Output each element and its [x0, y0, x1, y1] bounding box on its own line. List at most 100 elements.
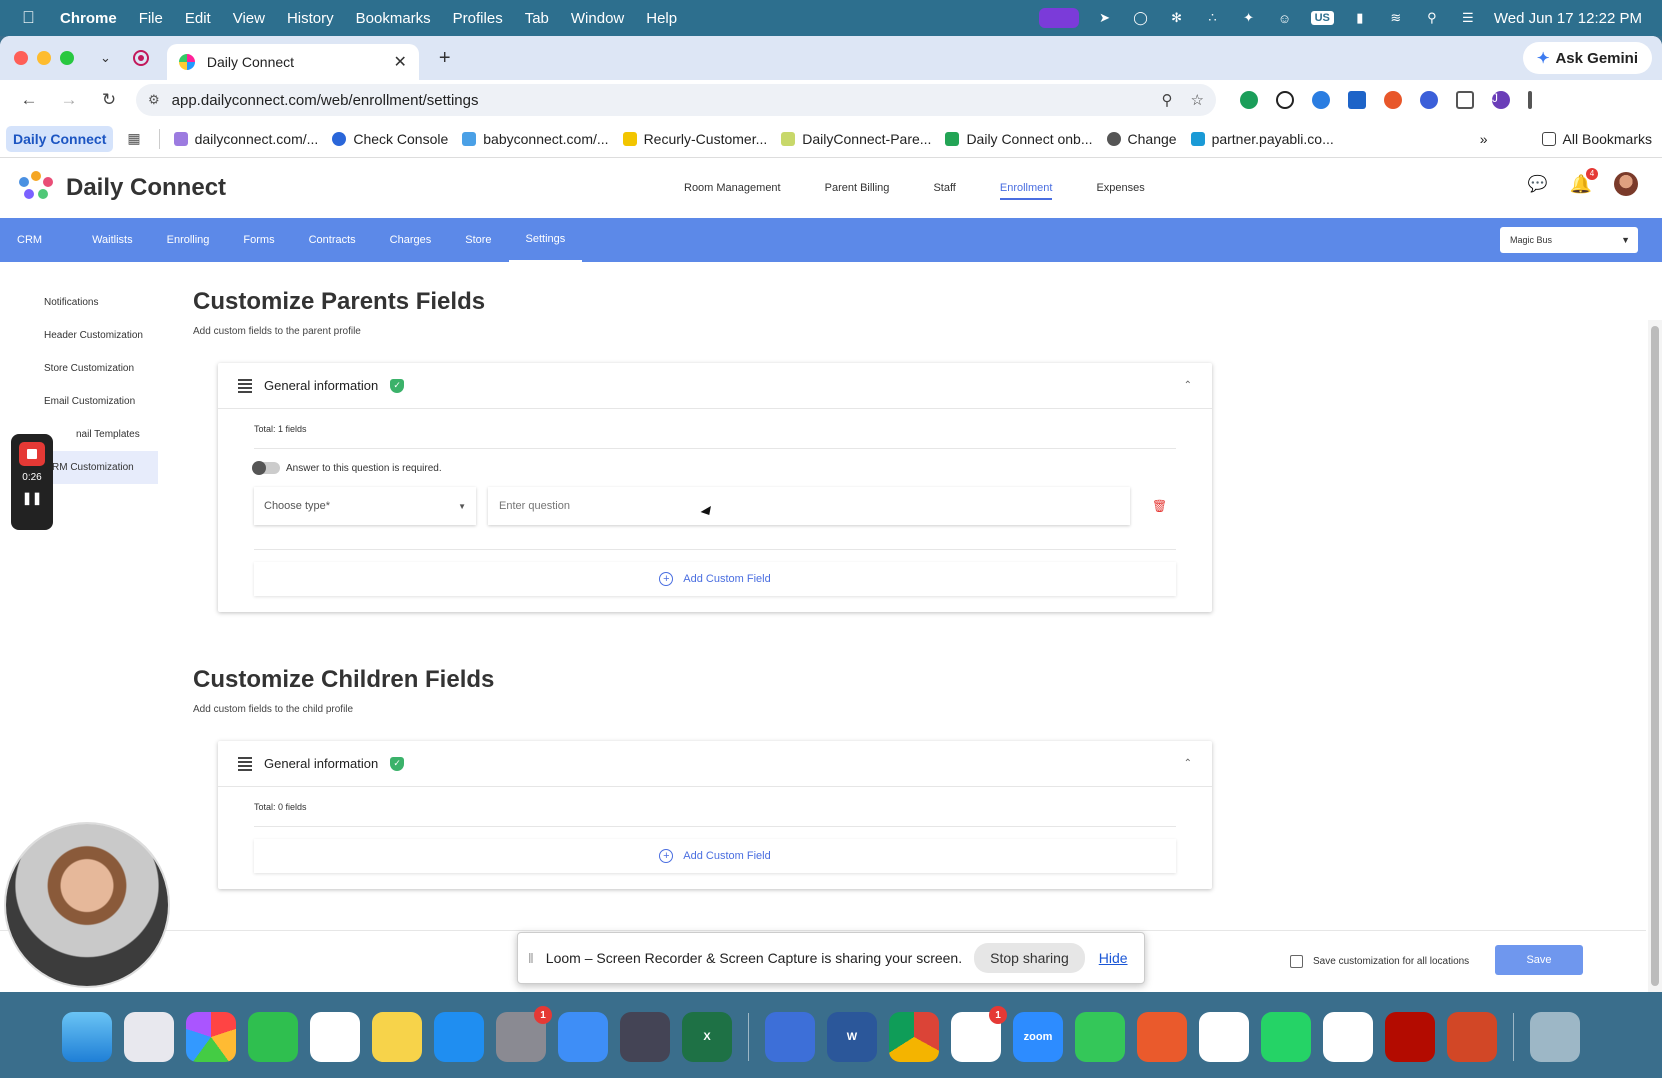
dock-pdf-tool-icon[interactable] — [765, 1012, 815, 1062]
delete-field-icon[interactable]: 🗑 — [1152, 499, 1167, 513]
save-all-checkbox[interactable] — [1290, 955, 1303, 968]
subnav-charges[interactable]: Charges — [373, 218, 449, 262]
top-nav-staff[interactable]: Staff — [933, 182, 955, 194]
menubar-clock[interactable]: Wed Jun 17 12:22 PM — [1494, 10, 1642, 27]
bookmark-item[interactable]: dailyconnect.com/... — [173, 131, 318, 147]
sidebar-item-notifications[interactable]: Notifications — [0, 286, 176, 319]
bookmark-item[interactable]: DailyConnect-Pare... — [781, 131, 931, 147]
ask-gemini-button[interactable]: ✦ Ask Gemini — [1522, 42, 1652, 74]
notifications-bell[interactable]: 🔔 4 — [1570, 167, 1598, 195]
menu-view[interactable]: View — [233, 10, 265, 27]
zoom-icon[interactable]: ⚲ — [1162, 91, 1173, 109]
user-circle-icon[interactable]: ☺ — [1275, 10, 1295, 26]
dock-simulator-icon[interactable] — [620, 1012, 670, 1062]
subnav-contracts[interactable]: Contracts — [292, 218, 373, 262]
required-toggle[interactable] — [252, 461, 280, 475]
scrollbar-thumb[interactable] — [1651, 326, 1659, 986]
zoom-extension-icon[interactable] — [1420, 91, 1438, 109]
profile-avatar[interactable]: J — [1492, 91, 1510, 109]
battery-icon[interactable]: ▮ — [1350, 10, 1370, 26]
dock-files-icon[interactable] — [558, 1012, 608, 1062]
menu-edit[interactable]: Edit — [185, 10, 211, 27]
collapse-chevron-icon[interactable]: ⌃ — [1184, 380, 1192, 391]
subnav-store[interactable]: Store — [448, 218, 508, 262]
dock-zoom-icon[interactable]: zoom — [1013, 1012, 1063, 1062]
grammarly-icon[interactable] — [1240, 91, 1258, 109]
dock-system-settings-icon[interactable]: 1 — [496, 1006, 552, 1062]
screen-share-icon[interactable] — [1038, 8, 1079, 28]
dock-whatsapp-icon[interactable] — [1261, 1012, 1311, 1062]
menu-history[interactable]: History — [287, 10, 334, 27]
bookmark-item[interactable]: Check Console — [332, 131, 448, 147]
address-bar[interactable]: ⚙ app.dailyconnect.com/web/enrollment/se… — [136, 84, 1216, 116]
puzzle-icon[interactable] — [1456, 91, 1474, 109]
bookmark-daily-connect[interactable]: Daily Connect — [6, 125, 114, 152]
pause-icon[interactable]: ❚❚ — [22, 491, 42, 505]
subnav-forms[interactable]: Forms — [226, 218, 291, 262]
back-icon[interactable]: ← — [18, 90, 40, 110]
new-tab-icon[interactable]: + — [439, 47, 451, 70]
dock-photos-icon[interactable] — [186, 1012, 236, 1062]
save-button[interactable]: Save — [1495, 945, 1583, 975]
dock-chrome-icon[interactable] — [889, 1012, 939, 1062]
bookmark-item[interactable]: Recurly-Customer... — [622, 131, 767, 147]
menu-tab[interactable]: Tab — [525, 10, 549, 27]
dock-reminders-icon[interactable] — [310, 1012, 360, 1062]
top-nav-room-management[interactable]: Room Management — [684, 182, 781, 194]
tab-daily-connect[interactable]: Daily Connect ✕ — [166, 44, 419, 80]
menu-bookmarks[interactable]: Bookmarks — [356, 10, 431, 27]
dock-trash-icon[interactable] — [1530, 1012, 1580, 1062]
question-input[interactable] — [488, 487, 1130, 525]
app-logo[interactable]: Daily Connect — [16, 171, 226, 205]
apple-icon[interactable]:  — [22, 8, 42, 28]
send-icon[interactable]: ➤ — [1095, 10, 1115, 26]
maximize-window-button[interactable] — [60, 51, 74, 65]
hide-link[interactable]: Hide — [1099, 950, 1128, 966]
kebab-menu-icon[interactable] — [1528, 91, 1532, 109]
close-window-button[interactable] — [14, 51, 28, 65]
apps-grid-icon[interactable]: ▦ — [127, 130, 140, 147]
openai-icon[interactable]: ✻ — [1167, 10, 1187, 26]
dock-word-icon[interactable]: W — [827, 1012, 877, 1062]
dock-launchpad-icon[interactable] — [124, 1012, 174, 1062]
battery-meter-icon[interactable]: ◯ — [1131, 10, 1151, 26]
site-settings-icon[interactable]: ⚙ — [148, 92, 160, 108]
stop-recording-button[interactable] — [19, 442, 45, 466]
tab-search-chevron-icon[interactable]: ⌄ — [100, 50, 111, 66]
dock-messages-icon[interactable] — [1075, 1012, 1125, 1062]
dock-acrobat-icon[interactable] — [1385, 1012, 1435, 1062]
menu-file[interactable]: File — [139, 10, 163, 27]
location-select[interactable]: Magic Bus ▼ — [1500, 227, 1638, 253]
top-nav-expenses[interactable]: Expenses — [1096, 182, 1144, 194]
dock-numbers-icon[interactable] — [248, 1012, 298, 1062]
keyboard-layout[interactable]: US — [1310, 11, 1334, 25]
dock-asana-icon[interactable] — [1199, 1012, 1249, 1062]
control-center-icon[interactable]: ☰ — [1458, 10, 1478, 26]
close-tab-icon[interactable]: ✕ — [394, 52, 407, 72]
forward-icon[interactable]: → — [58, 90, 80, 110]
sidebar-item-email-customization[interactable]: Email Customization — [0, 385, 176, 418]
drag-handle-icon[interactable] — [238, 378, 252, 393]
webcam-bubble[interactable] — [6, 824, 168, 986]
spotlight-icon[interactable]: ⚲ — [1422, 10, 1442, 26]
bookmark-item[interactable]: babyconnect.com/... — [462, 131, 609, 147]
asterisk-extension-icon[interactable] — [1384, 91, 1402, 109]
user-avatar[interactable] — [1614, 172, 1638, 196]
top-nav-parent-billing[interactable]: Parent Billing — [825, 182, 890, 194]
subnav-settings[interactable]: Settings — [508, 218, 583, 262]
menu-window[interactable]: Window — [571, 10, 624, 27]
bookmark-item[interactable]: Change — [1106, 131, 1177, 147]
translate-extension-icon[interactable] — [1348, 91, 1366, 109]
all-bookmarks[interactable]: All Bookmarks — [1541, 131, 1652, 147]
dock-powerpoint-icon[interactable] — [1447, 1012, 1497, 1062]
dock-chatgpt-icon[interactable] — [1323, 1012, 1373, 1062]
subnav-enrolling[interactable]: Enrolling — [150, 218, 227, 262]
drag-grip-icon[interactable]: ‖ — [528, 950, 534, 966]
dock-app-store-icon[interactable] — [434, 1012, 484, 1062]
more-bookmarks-icon[interactable]: » — [1480, 131, 1488, 147]
add-custom-field-button[interactable]: + Add Custom Field — [254, 562, 1176, 596]
bookmark-item[interactable]: Daily Connect onb... — [945, 131, 1093, 147]
minimize-window-button[interactable] — [37, 51, 51, 65]
sidebar-item-store-customization[interactable]: Store Customization — [0, 352, 176, 385]
dock-excel-icon[interactable]: X — [682, 1012, 732, 1062]
